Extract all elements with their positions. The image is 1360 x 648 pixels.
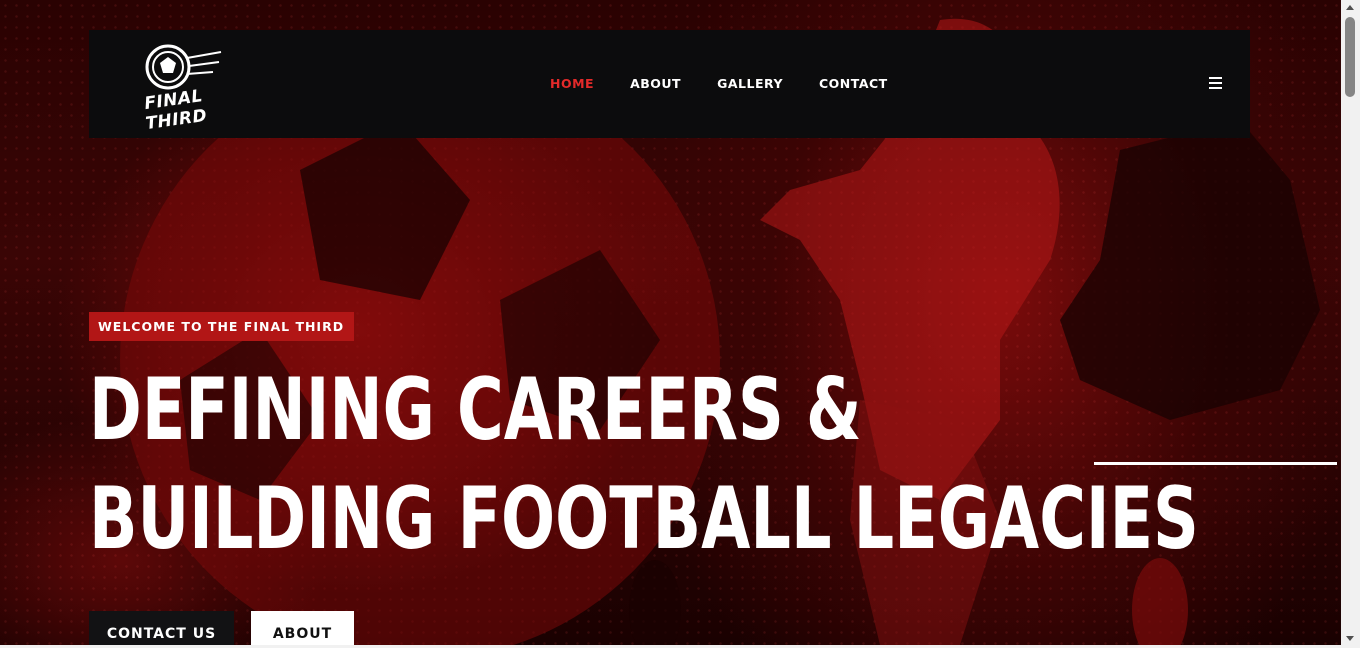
headline-line-2: BUILDING FOOTBALL LEGACIES [89, 469, 1199, 569]
scroll-down-arrow-icon[interactable] [1346, 636, 1354, 641]
nav-link-gallery[interactable]: GALLERY [717, 76, 783, 91]
welcome-badge: WELCOME TO THE FINAL THIRD [89, 312, 355, 341]
site-logo[interactable]: FINAL THIRD [123, 42, 227, 134]
nav-link-home[interactable]: HOME [550, 76, 594, 91]
contact-us-button[interactable]: CONTACT US [89, 611, 234, 647]
about-button[interactable]: ABOUT [251, 611, 354, 647]
main-navbar: FINAL THIRD HOME ABOUT GALLERY CONTACT [89, 30, 1250, 138]
scrollbar-thumb[interactable] [1345, 17, 1355, 97]
decorative-line [1094, 462, 1337, 465]
nav-link-contact[interactable]: CONTACT [819, 76, 888, 91]
hamburger-icon[interactable] [1209, 77, 1223, 91]
scroll-up-arrow-icon[interactable] [1346, 5, 1354, 10]
hero-headline: DEFINING CAREERS & BUILDING FOOTBALL LEG… [89, 356, 1199, 574]
nav-links: HOME ABOUT GALLERY CONTACT [550, 76, 888, 91]
vertical-scrollbar[interactable] [1341, 0, 1360, 648]
headline-line-1: DEFINING CAREERS & [89, 360, 862, 460]
nav-link-about[interactable]: ABOUT [630, 76, 681, 91]
